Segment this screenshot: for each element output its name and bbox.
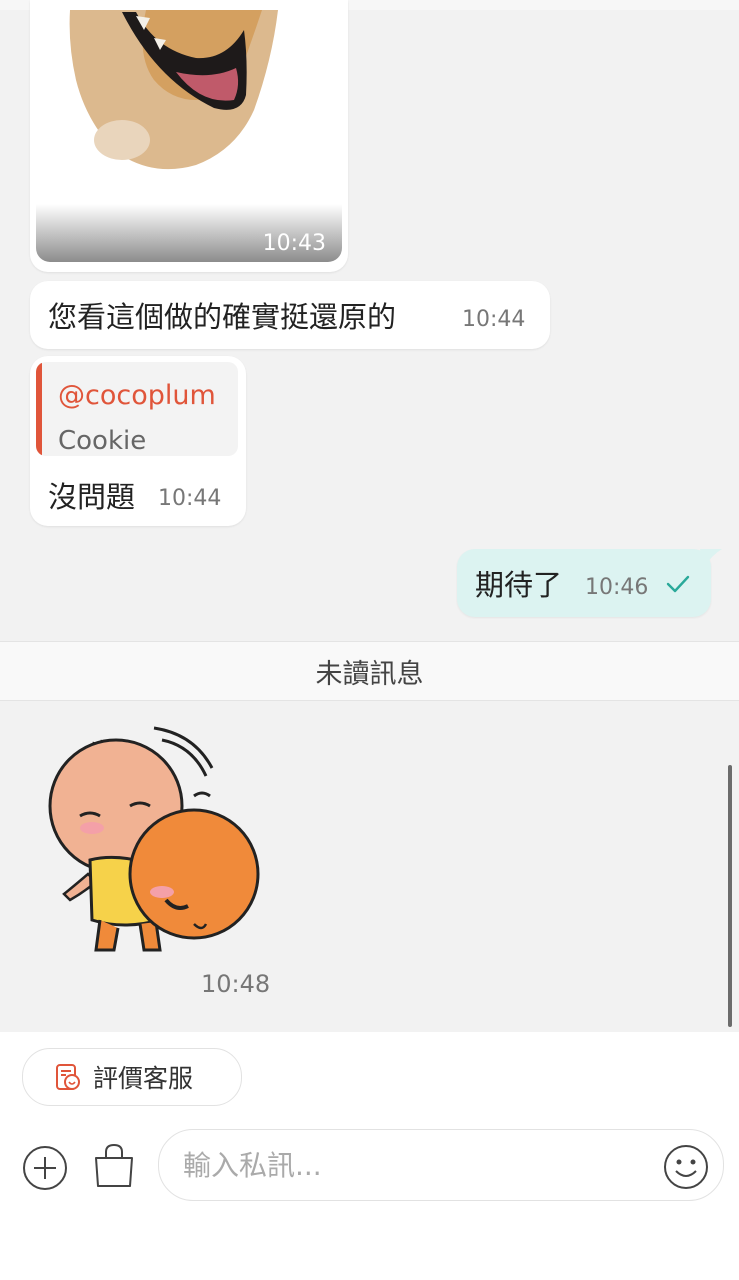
- sticker-image: [48, 726, 260, 952]
- sticker-message[interactable]: [44, 724, 264, 958]
- incoming-message-bubble[interactable]: 您看這個做的確實挺還原的 10:44: [30, 281, 550, 349]
- message-input[interactable]: [181, 1140, 655, 1190]
- quoted-username: @cocoplum: [58, 380, 216, 411]
- rate-service-button[interactable]: 評價客服: [22, 1048, 242, 1106]
- shopping-bag-icon[interactable]: [92, 1142, 136, 1190]
- message-time: 10:46: [585, 575, 649, 600]
- rating-icon: [55, 1063, 81, 1091]
- outgoing-message-bubble[interactable]: 期待了 10:46: [457, 549, 711, 617]
- smiley-icon[interactable]: [663, 1144, 709, 1190]
- message-time: 10:44: [158, 486, 222, 511]
- message-input-container[interactable]: [158, 1129, 724, 1201]
- message-text: 沒問題: [48, 480, 136, 514]
- quote-accent-bar: [36, 362, 42, 456]
- quoted-message[interactable]: @cocoplum Cookie: [36, 362, 238, 456]
- message-text: 您看這個做的確實挺還原的: [48, 300, 397, 334]
- check-icon: [665, 573, 691, 601]
- message-time: 10:44: [462, 307, 526, 332]
- unread-divider: 未讀訊息: [0, 641, 739, 701]
- rate-service-label: 評價客服: [93, 1064, 194, 1093]
- quoted-text: Cookie: [58, 426, 147, 456]
- sticker-time: 10:48: [201, 970, 271, 998]
- unread-label: 未讀訊息: [315, 658, 424, 690]
- message-time: 10:43: [262, 231, 326, 256]
- reply-message-bubble[interactable]: @cocoplum Cookie 沒問題 10:44: [30, 356, 246, 526]
- bubble-tail: [700, 549, 722, 567]
- image-message-bubble[interactable]: 10:43: [30, 0, 348, 272]
- dog-photo[interactable]: 10:43: [36, 0, 342, 262]
- scrollbar[interactable]: [728, 765, 732, 1027]
- message-text: 期待了: [475, 568, 563, 602]
- plus-circle-icon[interactable]: [22, 1145, 68, 1191]
